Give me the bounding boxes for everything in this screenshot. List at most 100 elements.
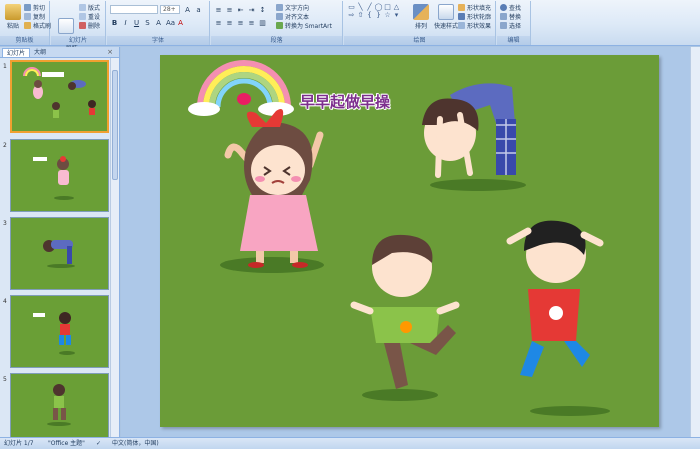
shape-effects-button[interactable]: 形状效果: [458, 21, 491, 30]
paragraph-group: ≡ ≡ ⇤ ⇥ ↕ ≡ ≡ ≡ ≡ ▥ 文字方向 对齐文本 转换为 SmartArt 段…: [211, 1, 343, 45]
align-text-icon: [276, 13, 283, 20]
pen-icon: [458, 13, 465, 20]
slide-number: 1: [3, 63, 7, 70]
language: 中文(简体，中国): [112, 440, 159, 447]
arrange-button[interactable]: 排列: [410, 4, 432, 30]
clipboard-group: 粘贴 剪切 复制 格式刷 剪贴板: [0, 1, 51, 45]
find-button[interactable]: 查找: [500, 3, 521, 12]
shrink-font-button[interactable]: a: [194, 5, 203, 14]
slide-5-preview: [47, 384, 71, 426]
boy-red-shirt-image: [506, 220, 610, 416]
replace-button[interactable]: 替换: [500, 12, 521, 21]
line-shape-icon[interactable]: ╱: [365, 3, 374, 11]
bullets-button[interactable]: ≡: [214, 5, 223, 14]
increase-indent-button[interactable]: ⇥: [247, 5, 256, 14]
more-shapes-icon[interactable]: ▾: [392, 11, 401, 19]
align-text-button[interactable]: 对齐文本: [276, 12, 309, 21]
quick-styles-button[interactable]: 快速样式: [432, 4, 460, 30]
delete-button[interactable]: 删除: [79, 21, 100, 30]
ribbon: 粘贴 剪切 复制 格式刷 剪贴板 新建 幻灯片 版式 重设 删除 幻灯片 28+…: [0, 0, 700, 56]
star-shape-icon[interactable]: ☆: [383, 11, 392, 19]
strikethrough-button[interactable]: S: [143, 18, 152, 27]
slide-2-preview: [33, 156, 74, 200]
editing-label: 编辑: [497, 36, 530, 45]
align-right-button[interactable]: ≡: [236, 18, 245, 27]
girl-character-image: [220, 109, 324, 273]
font-size-buttons: Aa: [183, 5, 203, 14]
arrow-shape-icon[interactable]: ⇨: [347, 11, 356, 19]
slide-editor: 早早起做早操: [121, 47, 700, 437]
layout-icon: [79, 4, 86, 11]
slide-thumbnail-1[interactable]: [10, 60, 109, 133]
cut-button[interactable]: 剪切: [24, 3, 45, 12]
scrollbar-thumb[interactable]: [112, 70, 118, 180]
shape-fill-button[interactable]: 形状填充: [458, 3, 491, 12]
bending-boy-image: [422, 83, 526, 191]
triangle-shape-icon[interactable]: △: [392, 3, 401, 11]
font-color-button[interactable]: A: [176, 18, 185, 27]
layout-button[interactable]: 版式: [79, 3, 100, 12]
slide-canvas[interactable]: 早早起做早操: [160, 55, 659, 427]
font-name-select[interactable]: [110, 5, 158, 14]
slides-pane: 幻灯片 大纲 × 1 2 3 4 5: [0, 47, 120, 446]
slide-thumbnail-2[interactable]: [10, 139, 109, 212]
shape-outline-button[interactable]: 形状轮廓: [458, 12, 491, 21]
bold-button[interactable]: B: [110, 18, 119, 27]
shapes-gallery[interactable]: ▭ ╲ ╱ ◯ □ △ ⇨ ⇧{} ☆ ▾: [347, 3, 407, 19]
font-label: 字体: [107, 36, 209, 45]
paragraph-label: 段落: [211, 36, 342, 45]
spacing-button[interactable]: A: [154, 18, 163, 27]
status-bar: 幻灯片 1/7 "Office 主题" ✓ 中文(简体，中国): [0, 437, 700, 449]
text-direction-button[interactable]: 文字方向: [276, 3, 309, 12]
align-center-button[interactable]: ≡: [225, 18, 234, 27]
numbering-button[interactable]: ≡: [225, 5, 234, 14]
decrease-indent-button[interactable]: ⇤: [236, 5, 245, 14]
tab-slides[interactable]: 幻灯片: [2, 48, 31, 57]
slide-thumbnail-3[interactable]: [10, 217, 109, 290]
reset-button[interactable]: 重设: [79, 12, 100, 21]
cursor-icon: [500, 22, 507, 29]
columns-button[interactable]: ▥: [258, 18, 267, 27]
spellcheck-icon[interactable]: ✓: [96, 438, 101, 449]
italic-button[interactable]: I: [121, 18, 130, 27]
slides-label: 幻灯片: [51, 36, 105, 45]
slide-thumbnail-5[interactable]: [10, 373, 109, 446]
oval-shape-icon[interactable]: ◯: [374, 3, 383, 11]
case-button[interactable]: Aa: [165, 18, 175, 27]
editing-group: 查找 替换 选择 编辑: [497, 1, 531, 45]
grow-font-button[interactable]: A: [183, 5, 192, 14]
arrow-shape-icon[interactable]: ⇧: [356, 11, 365, 19]
paste-icon: [5, 4, 21, 20]
font-group: 28+ Aa B I U S A Aa A 字体: [107, 1, 210, 45]
pane-scrollbar[interactable]: [110, 58, 119, 437]
line-spacing-button[interactable]: ↕: [258, 5, 267, 14]
new-slide-icon: [58, 18, 74, 34]
rect-shape-icon[interactable]: □: [383, 3, 392, 11]
font-format-buttons: B I U S A Aa A: [110, 18, 185, 27]
smartart-button[interactable]: 转换为 SmartArt: [276, 21, 332, 30]
slide-position: 幻灯片 1/7: [4, 440, 34, 447]
effects-icon: [458, 22, 465, 29]
copy-button[interactable]: 复制: [24, 12, 45, 21]
underline-button[interactable]: U: [132, 18, 141, 27]
close-icon[interactable]: ×: [107, 48, 113, 56]
slide-title[interactable]: 早早起做早操: [300, 91, 390, 112]
delete-icon: [79, 22, 86, 29]
arrange-icon: [413, 4, 429, 20]
slide-thumbnail-4[interactable]: [10, 295, 109, 368]
select-button[interactable]: 选择: [500, 21, 521, 30]
text-direction-icon: [276, 4, 283, 11]
brace-shape-icon[interactable]: {: [365, 11, 374, 19]
format-painter-button[interactable]: 格式刷: [24, 21, 51, 30]
align-left-button[interactable]: ≡: [214, 18, 223, 27]
paste-button[interactable]: 粘贴: [2, 4, 24, 30]
tab-outline[interactable]: 大纲: [30, 48, 50, 57]
font-size-select[interactable]: 28+: [160, 5, 180, 14]
slide-3-preview: [43, 240, 75, 268]
reset-icon: [79, 13, 86, 20]
brace-shape-icon[interactable]: }: [374, 11, 383, 19]
rectangle-shape-icon[interactable]: ▭: [347, 3, 356, 11]
justify-button[interactable]: ≡: [247, 18, 256, 27]
editor-scrollbar[interactable]: [690, 47, 700, 437]
line-shape-icon[interactable]: ╲: [356, 3, 365, 11]
